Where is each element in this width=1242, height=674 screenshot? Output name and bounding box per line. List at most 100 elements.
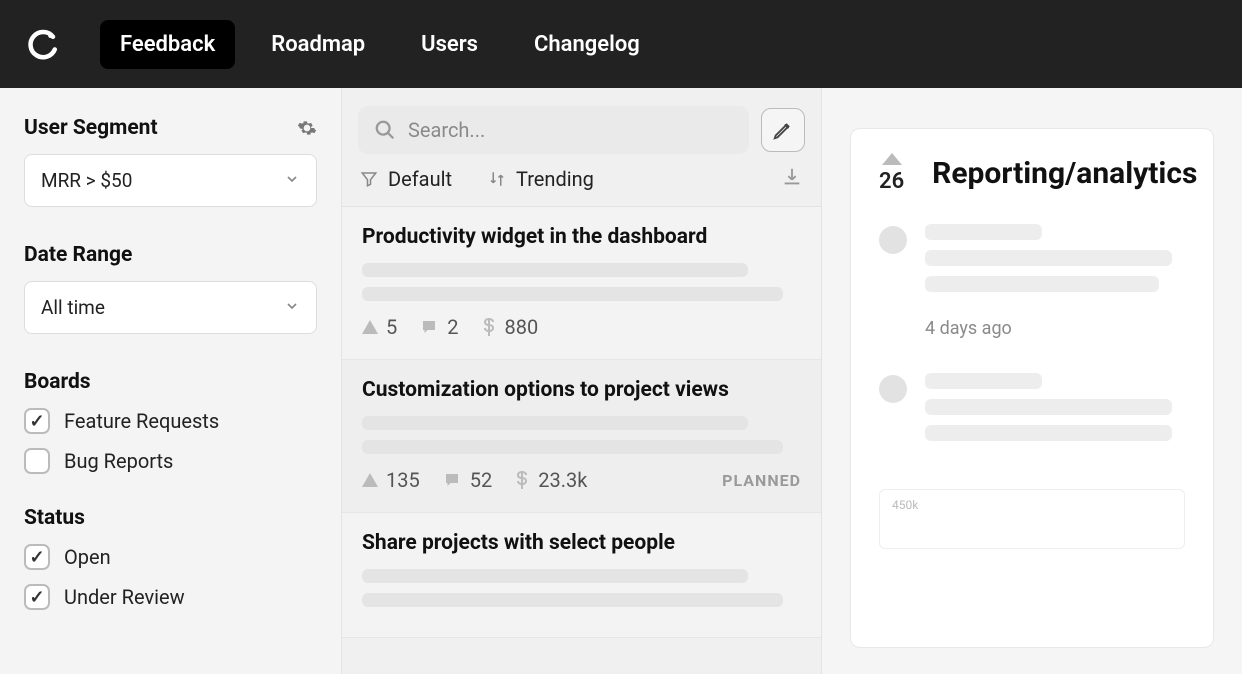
checkbox-icon[interactable]: [24, 448, 50, 474]
filter-default-label: Default: [388, 167, 452, 191]
status-open[interactable]: Open: [24, 544, 317, 570]
search-placeholder: Search...: [408, 118, 485, 142]
avatar: [879, 226, 907, 254]
nav-tab-feedback[interactable]: Feedback: [100, 20, 235, 69]
value-amount: 880: [481, 315, 539, 339]
pencil-icon: [772, 119, 794, 141]
comment-icon: [442, 471, 462, 489]
user-segment-select[interactable]: MRR > $50: [24, 154, 317, 207]
download-icon: [781, 166, 803, 188]
vote-number: 5: [386, 315, 397, 339]
chevron-down-icon: [284, 169, 300, 192]
boards-label: Boards: [24, 370, 91, 394]
skeleton-line: [362, 416, 748, 430]
date-range-value: All time: [41, 296, 105, 319]
detail-title: Reporting/analytics: [932, 156, 1197, 191]
sort-trending[interactable]: Trending: [488, 167, 594, 191]
compose-button[interactable]: [761, 108, 805, 152]
detail-vote[interactable]: 26: [879, 153, 904, 194]
date-range-select[interactable]: All time: [24, 281, 317, 334]
nav-tabs: Feedback Roadmap Users Changelog: [100, 20, 660, 69]
comment-number: 52: [470, 468, 492, 492]
date-range-label: Date Range: [24, 243, 132, 267]
upvote-icon: [882, 153, 902, 165]
feed-item[interactable]: Share projects with select people: [342, 513, 821, 638]
comment-count[interactable]: 52: [442, 468, 492, 492]
upvote-icon: [362, 320, 378, 334]
feed-list: Productivity widget in the dashboard 5 2: [342, 207, 821, 638]
feed-item-title: Customization options to project views: [362, 378, 801, 402]
detail-header: 26 Reporting/analytics: [879, 153, 1185, 194]
feed-column: Search... Default Trending: [342, 88, 822, 674]
date-range-heading: Date Range: [24, 243, 317, 267]
detail-timestamp: 4 days ago: [925, 318, 1185, 339]
filter-row: Default Trending: [342, 154, 821, 207]
status-option-label: Under Review: [64, 585, 185, 609]
checkbox-checked-icon[interactable]: [24, 584, 50, 610]
board-bug-reports[interactable]: Bug Reports: [24, 448, 317, 474]
comment-number: 2: [447, 315, 458, 339]
main-layout: User Segment MRR > $50 Date Range All ti…: [0, 88, 1242, 674]
avatar: [879, 375, 907, 403]
sort-icon: [488, 170, 506, 188]
boards-list: Feature Requests Bug Reports: [24, 408, 317, 474]
app-logo: [24, 24, 64, 64]
user-segment-label: User Segment: [24, 116, 158, 140]
checkbox-checked-icon[interactable]: [24, 544, 50, 570]
comment-row: [879, 224, 1185, 292]
feed-item-title: Productivity widget in the dashboard: [362, 225, 801, 249]
skeleton-line: [925, 399, 1172, 415]
status-list: Open Under Review: [24, 544, 317, 610]
skeleton-line: [925, 224, 1042, 240]
nav-tab-roadmap[interactable]: Roadmap: [251, 20, 385, 69]
search-icon: [374, 119, 396, 141]
feed-item-title: Share projects with select people: [362, 531, 801, 555]
comment-count[interactable]: 2: [419, 315, 458, 339]
value-amount: 23.3k: [514, 468, 587, 492]
search-input[interactable]: Search...: [358, 106, 749, 154]
skeleton-line: [362, 263, 748, 277]
search-row: Search...: [342, 88, 821, 154]
feed-item[interactable]: Productivity widget in the dashboard 5 2: [342, 207, 821, 360]
export-button[interactable]: [781, 166, 803, 192]
board-label: Bug Reports: [64, 449, 173, 473]
status-heading: Status: [24, 506, 317, 530]
detail-vote-count: 26: [879, 169, 904, 194]
chevron-down-icon: [284, 296, 300, 319]
status-label: Status: [24, 506, 85, 530]
skeleton-line: [925, 276, 1159, 292]
value-number: 880: [505, 315, 539, 339]
chart-axis-label: 450k: [892, 498, 918, 512]
nav-tab-users[interactable]: Users: [401, 20, 498, 69]
top-nav: Feedback Roadmap Users Changelog: [0, 0, 1242, 88]
boards-heading: Boards: [24, 370, 317, 394]
board-feature-requests[interactable]: Feature Requests: [24, 408, 317, 434]
status-option-label: Open: [64, 545, 111, 569]
detail-pane: 26 Reporting/analytics 4 days ago: [822, 88, 1242, 674]
upvote-icon: [362, 473, 378, 487]
skeleton-line: [362, 569, 748, 583]
filter-default[interactable]: Default: [360, 167, 452, 191]
skeleton-line: [925, 373, 1042, 389]
funnel-icon: [360, 170, 378, 188]
skeleton-line: [925, 250, 1172, 266]
status-under-review[interactable]: Under Review: [24, 584, 317, 610]
checkbox-checked-icon[interactable]: [24, 408, 50, 434]
value-number: 23.3k: [538, 468, 587, 492]
vote-count[interactable]: 135: [362, 468, 420, 492]
skeleton-line: [362, 593, 783, 607]
user-segment-heading: User Segment: [24, 116, 317, 140]
sort-trending-label: Trending: [516, 167, 594, 191]
nav-tab-changelog[interactable]: Changelog: [514, 20, 660, 69]
vote-count[interactable]: 5: [362, 315, 397, 339]
board-label: Feature Requests: [64, 409, 219, 433]
feed-item[interactable]: Customization options to project views 1…: [342, 360, 821, 513]
status-tag: PLANNED: [722, 471, 801, 490]
gear-icon[interactable]: [297, 118, 317, 138]
dollar-icon: [514, 470, 530, 490]
skeleton-line: [362, 287, 783, 301]
chart-placeholder: 450k: [879, 489, 1185, 549]
detail-card: 26 Reporting/analytics 4 days ago: [850, 128, 1214, 648]
vote-number: 135: [386, 468, 420, 492]
comment-row: [879, 373, 1185, 441]
